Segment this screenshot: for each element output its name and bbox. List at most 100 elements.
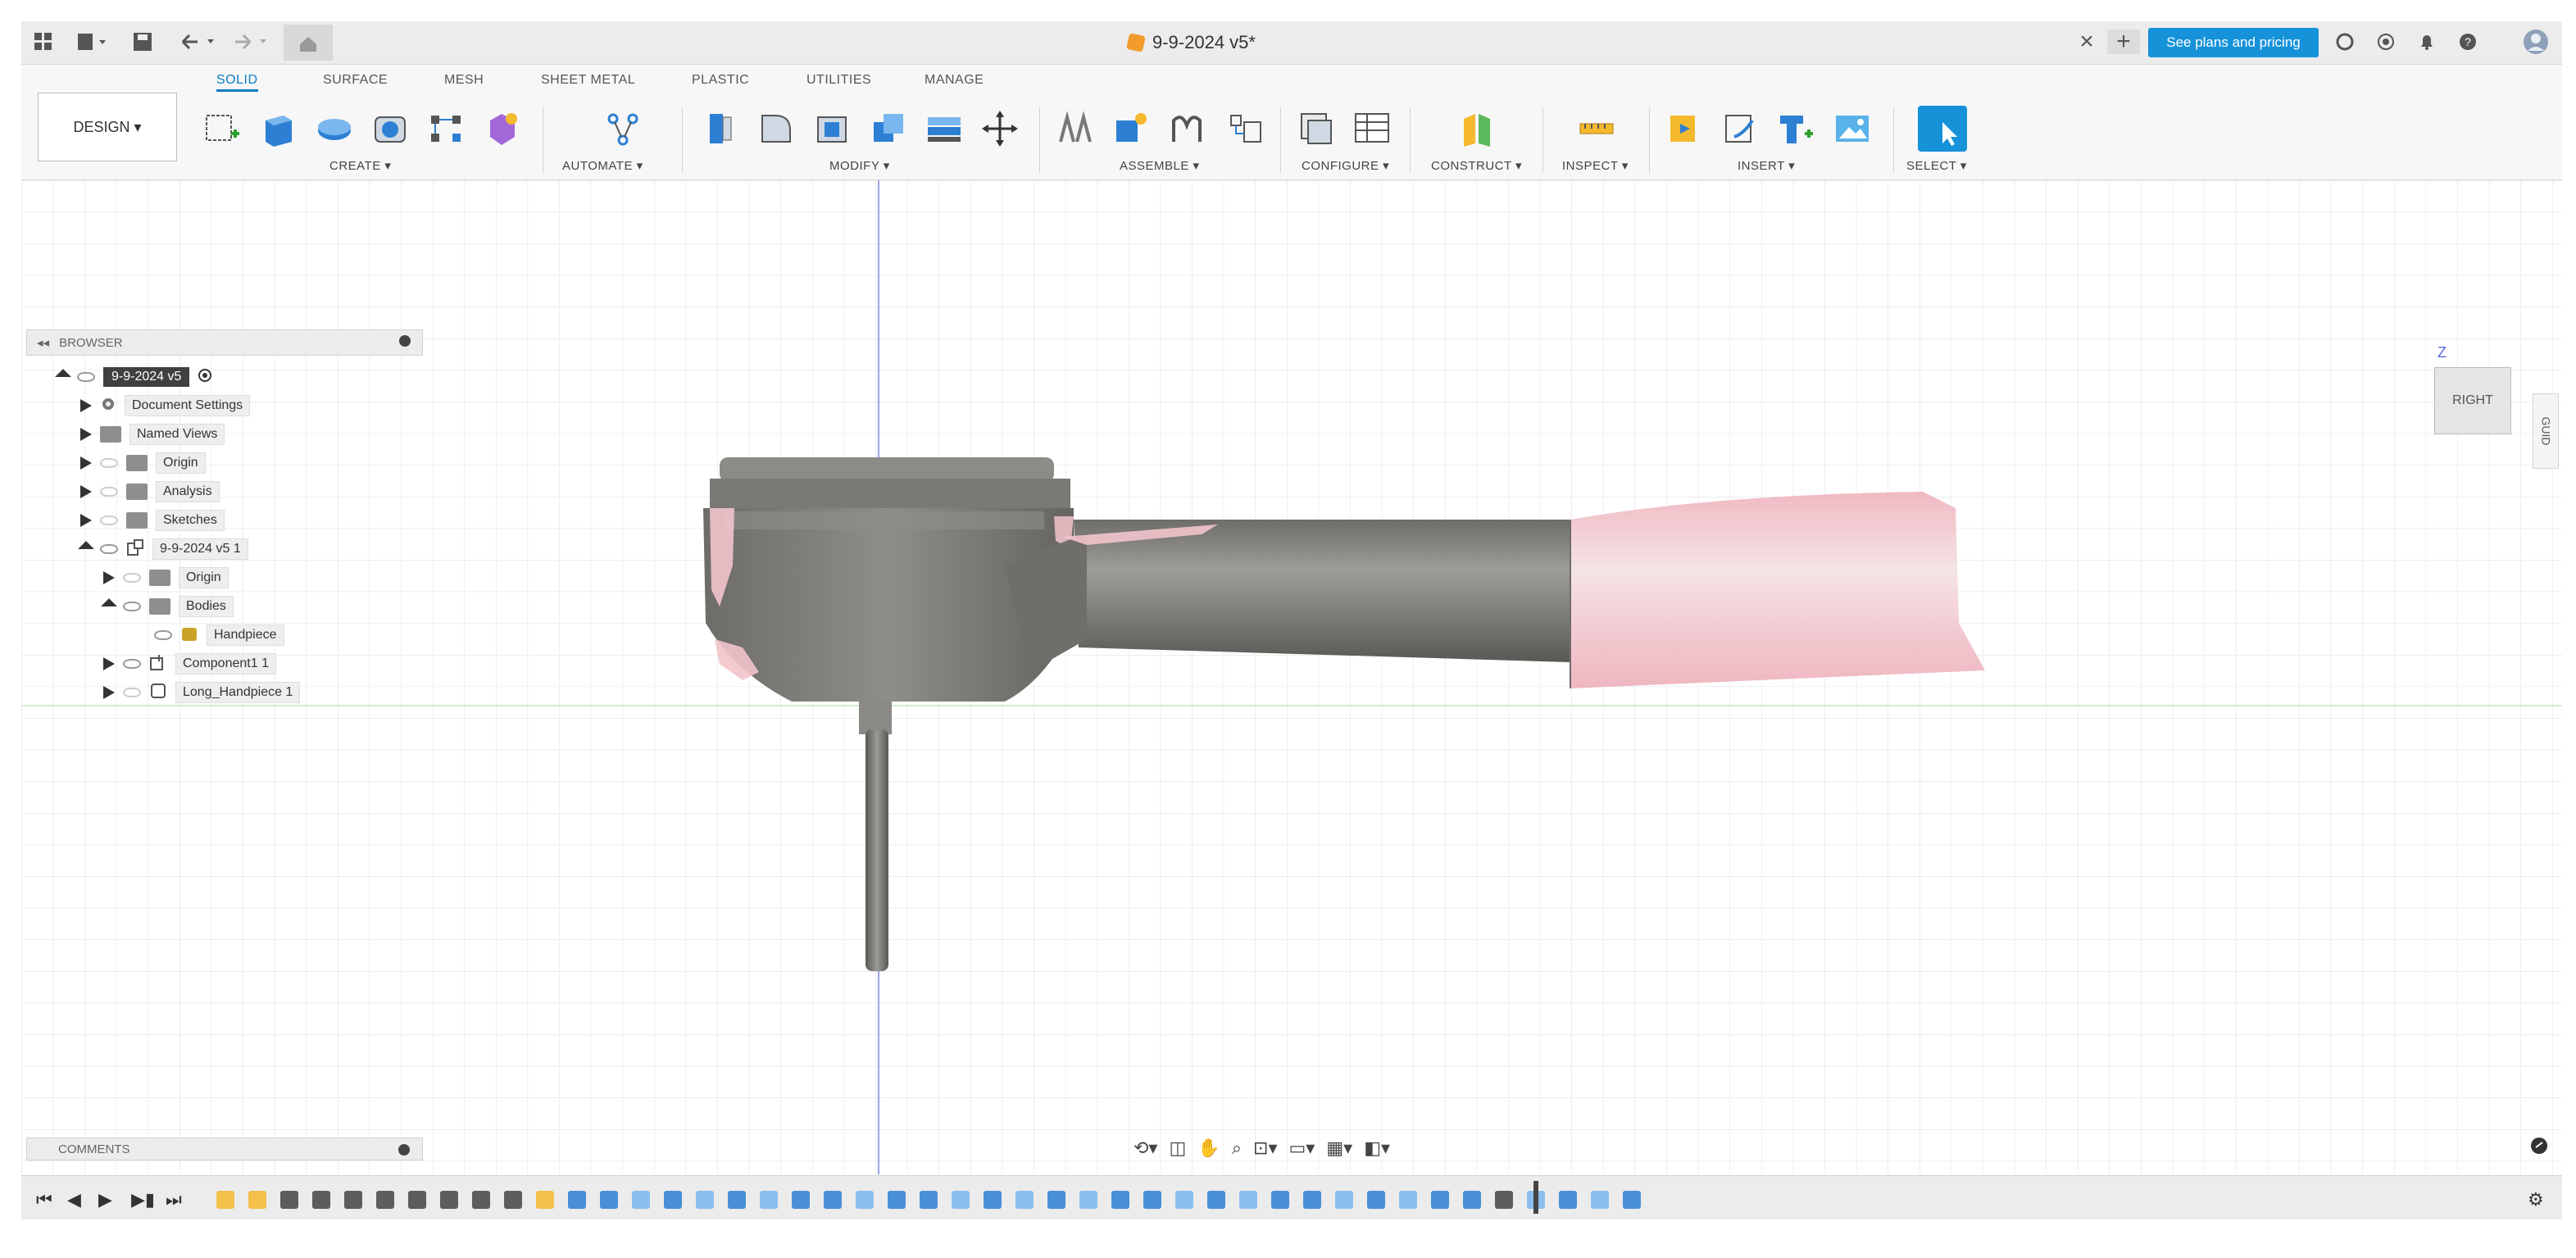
- timeline-feature-icon[interactable]: [1303, 1191, 1321, 1209]
- new-component-icon[interactable]: [1056, 109, 1095, 148]
- canvas-help-icon[interactable]: [2529, 1136, 2549, 1160]
- workspace-switcher[interactable]: DESIGN ▾: [38, 93, 177, 161]
- tab-surface[interactable]: SURFACE: [323, 73, 388, 88]
- activate-radio-icon[interactable]: [198, 368, 212, 387]
- visibility-eye-icon[interactable]: [100, 544, 118, 554]
- add-comment-icon[interactable]: [398, 1143, 411, 1160]
- timeline-feature-icon[interactable]: [888, 1191, 906, 1209]
- look-at-icon[interactable]: ◫: [1169, 1138, 1186, 1159]
- timeline-feature-icon[interactable]: [1623, 1191, 1641, 1209]
- timeline-feature-icon[interactable]: [1431, 1191, 1449, 1209]
- pan-hand-icon[interactable]: ✋: [1197, 1138, 1220, 1159]
- expand-icon[interactable]: [78, 541, 94, 557]
- timeline-feature-icon[interactable]: [728, 1191, 746, 1209]
- insert-derive-icon[interactable]: [1665, 109, 1705, 148]
- zoom-icon[interactable]: ⌕: [1232, 1138, 1242, 1159]
- shell-icon[interactable]: [813, 109, 852, 148]
- comments-panel[interactable]: COMMENTS: [26, 1138, 423, 1160]
- expand-icon[interactable]: [80, 514, 92, 527]
- timeline-feature-icon[interactable]: [1559, 1191, 1577, 1209]
- insert-menu[interactable]: INSERT ▾: [1738, 158, 1795, 173]
- timeline-feature-icon[interactable]: [280, 1191, 298, 1209]
- timeline-feature-icon[interactable]: [408, 1191, 426, 1209]
- expand-icon[interactable]: [55, 369, 71, 385]
- visibility-eye-icon[interactable]: [123, 602, 141, 611]
- see-plans-button[interactable]: See plans and pricing: [2148, 28, 2319, 57]
- tab-solid[interactable]: SOLID: [216, 73, 258, 92]
- browser-header[interactable]: ◂◂ BROWSER: [26, 329, 423, 356]
- timeline-settings-gear-icon[interactable]: ⚙: [2528, 1189, 2544, 1210]
- expand-icon[interactable]: [80, 428, 92, 441]
- select-menu[interactable]: SELECT ▾: [1906, 158, 1967, 173]
- visibility-eye-icon[interactable]: [154, 630, 172, 640]
- timeline-feature-icon[interactable]: [856, 1191, 874, 1209]
- viewports-icon[interactable]: ◧▾: [1364, 1138, 1390, 1159]
- canvas-image-icon[interactable]: [1833, 109, 1872, 148]
- timeline-feature-icon[interactable]: [1111, 1191, 1129, 1209]
- configuration-table-icon[interactable]: [1352, 109, 1392, 148]
- expand-icon[interactable]: [103, 657, 115, 670]
- timeline-feature-icon[interactable]: [376, 1191, 394, 1209]
- create-sketch-icon[interactable]: [203, 109, 243, 148]
- grid-settings-icon[interactable]: ▦▾: [1326, 1138, 1352, 1159]
- tree-item-bodies[interactable]: Bodies: [101, 593, 234, 620]
- offset-plane-icon[interactable]: [1457, 109, 1497, 148]
- tree-item-origin[interactable]: Origin: [80, 450, 206, 476]
- timeline-feature-icon[interactable]: [696, 1191, 714, 1209]
- timeline-feature-icon[interactable]: [1207, 1191, 1225, 1209]
- construct-menu[interactable]: CONSTRUCT ▾: [1431, 158, 1522, 173]
- tree-item-component-v5-1[interactable]: 9-9-2024 v5 1: [78, 536, 248, 562]
- help-icon[interactable]: ?: [2456, 30, 2480, 54]
- hidden-eye-icon[interactable]: [100, 458, 118, 468]
- step-back-icon[interactable]: ◀: [67, 1189, 81, 1210]
- fillet-icon[interactable]: [757, 109, 797, 148]
- timeline-feature-icon[interactable]: [472, 1191, 490, 1209]
- create-form-icon[interactable]: [482, 109, 521, 148]
- timeline-feature-icon[interactable]: [440, 1191, 458, 1209]
- inspect-menu[interactable]: INSPECT ▾: [1562, 158, 1629, 173]
- hidden-eye-icon[interactable]: [123, 573, 141, 583]
- home-tab[interactable]: [284, 25, 333, 61]
- tree-item-handpiece-body[interactable]: Handpiece: [154, 622, 284, 648]
- decal-icon[interactable]: [1721, 109, 1760, 148]
- automate-menu[interactable]: AUTOMATE ▾: [562, 158, 643, 173]
- timeline-feature-icon[interactable]: [312, 1191, 330, 1209]
- offset-face-icon[interactable]: [925, 109, 964, 148]
- play-icon[interactable]: ▶: [98, 1189, 112, 1210]
- timeline-feature-icon[interactable]: [216, 1191, 234, 1209]
- timeline-marker[interactable]: [1533, 1181, 1538, 1214]
- tree-root[interactable]: 9-9-2024 v5: [55, 364, 212, 390]
- timeline-feature-icon[interactable]: [344, 1191, 362, 1209]
- save-icon[interactable]: [128, 30, 157, 54]
- timeline-feature-icon[interactable]: [1175, 1191, 1193, 1209]
- timeline-feature-icon[interactable]: [920, 1191, 938, 1209]
- timeline-feature-icon[interactable]: [1495, 1191, 1513, 1209]
- step-forward-icon[interactable]: ▶▮: [131, 1189, 155, 1210]
- expand-icon[interactable]: [103, 686, 115, 699]
- timeline-feature-icon[interactable]: [1591, 1191, 1609, 1209]
- expand-icon[interactable]: [101, 598, 117, 615]
- visibility-eye-icon[interactable]: [123, 659, 141, 669]
- timeline-feature-icon[interactable]: [1239, 1191, 1257, 1209]
- document-tab[interactable]: 9-9-2024 v5*: [1126, 30, 1256, 56]
- configure-icon[interactable]: [1297, 109, 1336, 148]
- timeline-feature-icon[interactable]: [1335, 1191, 1353, 1209]
- timeline-feature-icon[interactable]: [248, 1191, 266, 1209]
- timeline-feature-icon[interactable]: [984, 1191, 1002, 1209]
- sweep-icon[interactable]: [370, 109, 410, 148]
- job-status-icon[interactable]: [2333, 30, 2357, 54]
- timeline-feature-icon[interactable]: [1079, 1191, 1097, 1209]
- timeline-feature-icon[interactable]: [1367, 1191, 1385, 1209]
- automate-icon[interactable]: [603, 109, 643, 148]
- hidden-eye-icon[interactable]: [123, 688, 141, 697]
- timeline-feature-icon[interactable]: [952, 1191, 970, 1209]
- visibility-eye-icon[interactable]: [77, 372, 95, 382]
- tab-utilities[interactable]: UTILITIES: [806, 73, 871, 88]
- tree-item-analysis[interactable]: Analysis: [80, 479, 220, 505]
- tree-item-named-views[interactable]: Named Views: [80, 421, 225, 447]
- tree-item-sub-origin[interactable]: Origin: [103, 565, 229, 591]
- hidden-eye-icon[interactable]: [100, 515, 118, 525]
- configure-menu[interactable]: CONFIGURE ▾: [1302, 158, 1389, 173]
- pin-icon[interactable]: [398, 334, 411, 351]
- as-built-joint-icon[interactable]: [1167, 109, 1206, 148]
